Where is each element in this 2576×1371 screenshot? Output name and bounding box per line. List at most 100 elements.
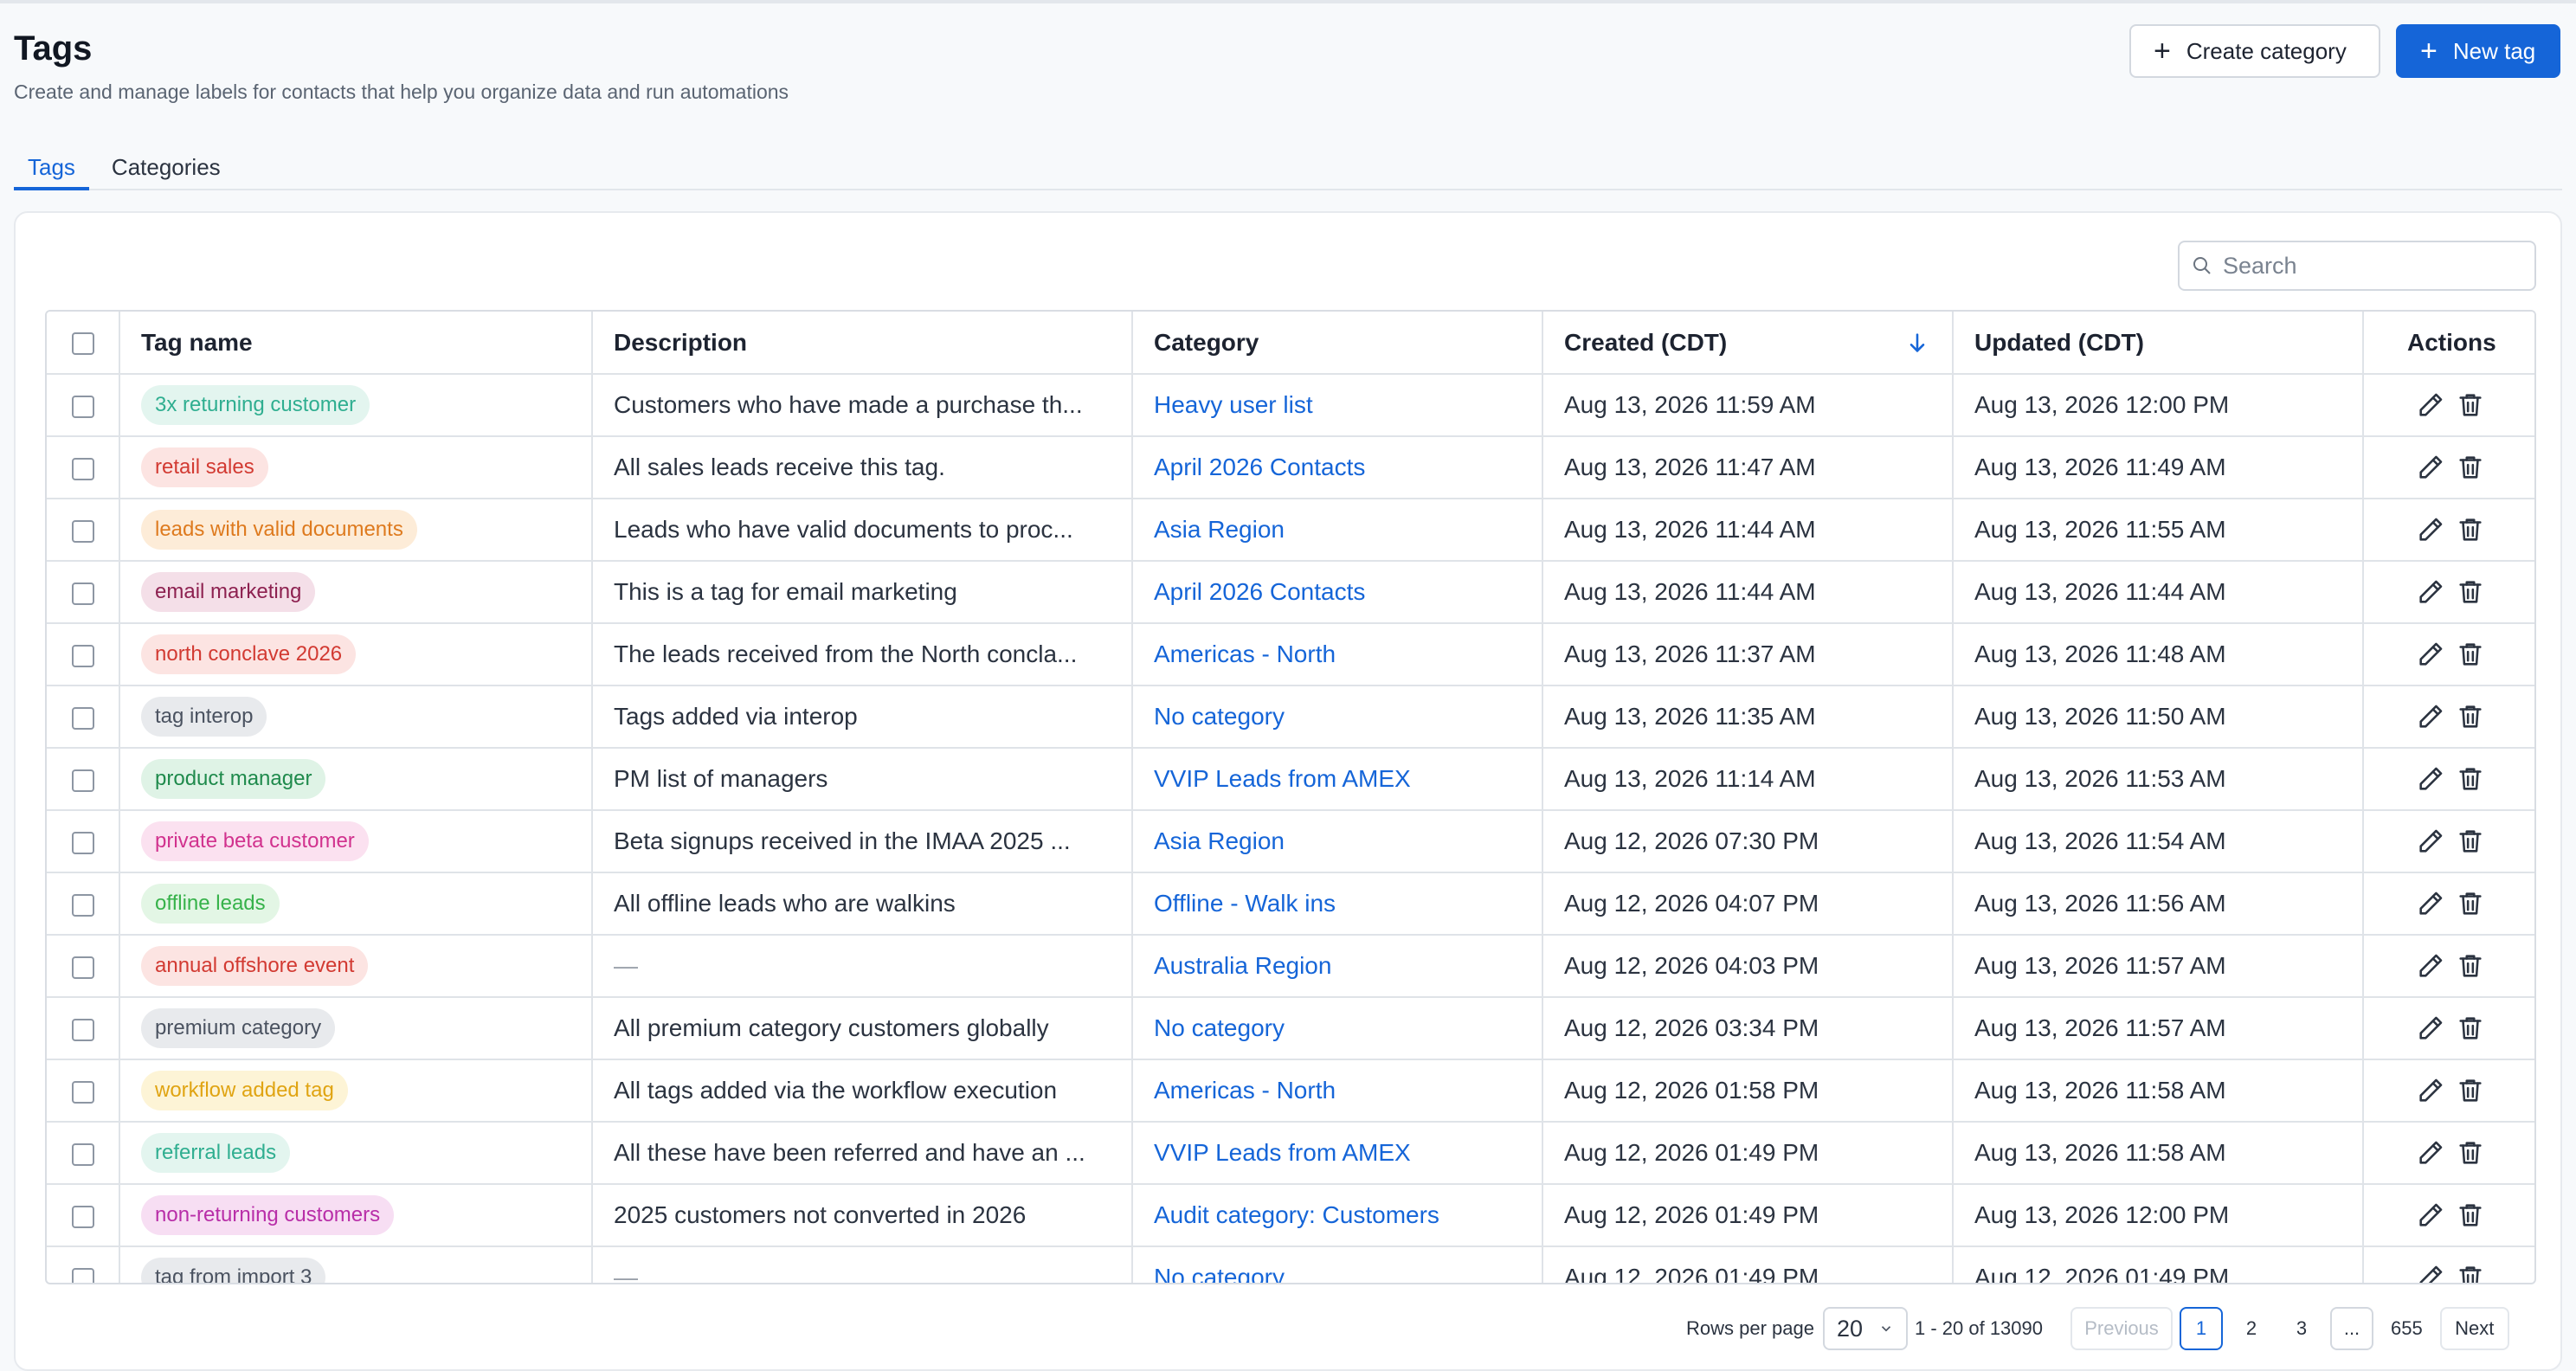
row-checkbox[interactable] [71, 769, 94, 792]
trash-icon[interactable] [2456, 390, 2485, 420]
tab-tags[interactable]: Tags [14, 147, 89, 190]
category-link[interactable]: Americas - North [1154, 1077, 1336, 1104]
sort-descending-icon[interactable] [1905, 331, 1929, 355]
page-button-1[interactable]: 1 [2180, 1307, 2223, 1350]
category-link[interactable]: April 2026 Contacts [1154, 578, 1365, 605]
row-checkbox[interactable] [71, 1205, 94, 1228]
category-link[interactable]: VVIP Leads from AMEX [1154, 1139, 1411, 1166]
category-link[interactable]: Asia Region [1154, 827, 1285, 854]
edit-icon[interactable] [2416, 1014, 2445, 1043]
tab-categories[interactable]: Categories [98, 147, 235, 190]
trash-icon[interactable] [2456, 1014, 2485, 1043]
column-header-category[interactable]: Category [1132, 312, 1543, 375]
trash-icon[interactable] [2456, 640, 2485, 669]
edit-icon[interactable] [2416, 1076, 2445, 1105]
select-all-checkbox[interactable] [71, 332, 94, 356]
tag-pill[interactable]: non-returning customers [141, 1195, 395, 1235]
trash-icon[interactable] [2456, 1200, 2485, 1230]
search-input[interactable] [2223, 252, 2517, 280]
row-checkbox[interactable] [71, 457, 94, 480]
trash-icon[interactable] [2456, 702, 2485, 731]
category-link[interactable]: Audit category: Customers [1154, 1201, 1439, 1228]
row-checkbox[interactable] [71, 519, 94, 543]
category-link[interactable]: Australia Region [1154, 952, 1331, 979]
table-row[interactable]: tag from import 3 — No category Aug 12, 202… [47, 1246, 2534, 1283]
table-row[interactable]: non-returning customers 2025 customers no… [47, 1184, 2534, 1247]
tag-pill[interactable]: annual offshore event [141, 946, 369, 986]
row-checkbox[interactable] [71, 395, 94, 418]
row-checkbox[interactable] [71, 831, 94, 854]
tag-pill[interactable]: premium category [141, 1008, 336, 1048]
tag-pill[interactable]: product manager [141, 759, 326, 799]
table-row[interactable]: workflow added tag All tags added via the… [47, 1059, 2534, 1123]
category-link[interactable]: VVIP Leads from AMEX [1154, 765, 1411, 792]
table-row[interactable]: offline leads All offline leads who are w… [47, 872, 2534, 936]
edit-icon[interactable] [2416, 1138, 2445, 1168]
table-row[interactable]: 3x returning customer Customers who have … [47, 374, 2534, 437]
page-button-2[interactable]: 2 [2230, 1307, 2273, 1350]
search-box[interactable] [2178, 241, 2536, 291]
category-link[interactable]: No category [1154, 1014, 1285, 1041]
edit-icon[interactable] [2416, 515, 2445, 544]
tag-pill[interactable]: leads with valid documents [141, 510, 417, 550]
category-link[interactable]: Americas - North [1154, 640, 1336, 667]
tag-pill[interactable]: retail sales [141, 447, 268, 487]
trash-icon[interactable] [2456, 827, 2485, 856]
table-row[interactable]: product manager PM list of managers VVIP L… [47, 748, 2534, 811]
category-link[interactable]: Offline - Walk ins [1154, 890, 1336, 917]
new-tag-button[interactable]: + New tag [2396, 24, 2560, 78]
tag-pill[interactable]: tag from import 3 [141, 1258, 326, 1283]
trash-icon[interactable] [2456, 951, 2485, 981]
edit-icon[interactable] [2416, 827, 2445, 856]
table-row[interactable]: private beta customer Beta signups receiv… [47, 810, 2534, 873]
edit-icon[interactable] [2416, 764, 2445, 794]
edit-icon[interactable] [2416, 1263, 2445, 1283]
trash-icon[interactable] [2456, 1138, 2485, 1168]
row-checkbox[interactable] [71, 1142, 94, 1166]
next-page-button[interactable]: Next [2439, 1307, 2509, 1350]
create-category-button[interactable]: + Create category [2129, 24, 2380, 78]
category-link[interactable]: No category [1154, 703, 1285, 730]
rows-per-page-select[interactable]: 20 [1822, 1307, 1908, 1350]
tag-pill[interactable]: referral leads [141, 1133, 291, 1173]
row-checkbox[interactable] [71, 644, 94, 667]
previous-page-button[interactable]: Previous [2070, 1307, 2173, 1350]
category-link[interactable]: Asia Region [1154, 516, 1285, 543]
table-row[interactable]: retail sales All sales leads receive this… [47, 436, 2534, 499]
tag-pill[interactable]: email marketing [141, 572, 316, 612]
edit-icon[interactable] [2416, 951, 2445, 981]
row-checkbox[interactable] [71, 893, 94, 917]
table-row[interactable]: email marketing This is a tag for email m… [47, 561, 2534, 624]
edit-icon[interactable] [2416, 640, 2445, 669]
table-row[interactable]: referral leads All these have been referr… [47, 1122, 2534, 1185]
page-button-3[interactable]: 3 [2280, 1307, 2323, 1350]
table-row[interactable]: north conclave 2026 The leads received fr… [47, 623, 2534, 686]
tag-pill[interactable]: 3x returning customer [141, 385, 370, 425]
table-row[interactable]: tag interop Tags added via interop No cate… [47, 686, 2534, 749]
edit-icon[interactable] [2416, 702, 2445, 731]
trash-icon[interactable] [2456, 515, 2485, 544]
edit-icon[interactable] [2416, 889, 2445, 918]
tag-pill[interactable]: offline leads [141, 884, 280, 924]
edit-icon[interactable] [2416, 453, 2445, 482]
tag-pill[interactable]: workflow added tag [141, 1071, 348, 1110]
trash-icon[interactable] [2456, 1076, 2485, 1105]
trash-icon[interactable] [2456, 453, 2485, 482]
row-checkbox[interactable] [71, 706, 94, 730]
row-checkbox[interactable] [71, 582, 94, 605]
page-ellipsis-button[interactable]: ... [2330, 1307, 2373, 1350]
page-button-last[interactable]: 655 [2380, 1307, 2433, 1350]
row-checkbox[interactable] [71, 1080, 94, 1104]
trash-icon[interactable] [2456, 889, 2485, 918]
trash-icon[interactable] [2456, 577, 2485, 607]
column-header-created[interactable]: Created (CDT) [1542, 312, 1954, 375]
edit-icon[interactable] [2416, 577, 2445, 607]
trash-icon[interactable] [2456, 1263, 2485, 1283]
trash-icon[interactable] [2456, 764, 2485, 794]
row-checkbox[interactable] [71, 1018, 94, 1041]
edit-icon[interactable] [2416, 390, 2445, 420]
table-row[interactable]: premium category All premium category cus… [47, 997, 2534, 1060]
table-row[interactable]: annual offshore event — Australia Region Au… [47, 935, 2534, 998]
column-header-description[interactable]: Description [592, 312, 1133, 375]
category-link[interactable]: Heavy user list [1154, 391, 1313, 418]
